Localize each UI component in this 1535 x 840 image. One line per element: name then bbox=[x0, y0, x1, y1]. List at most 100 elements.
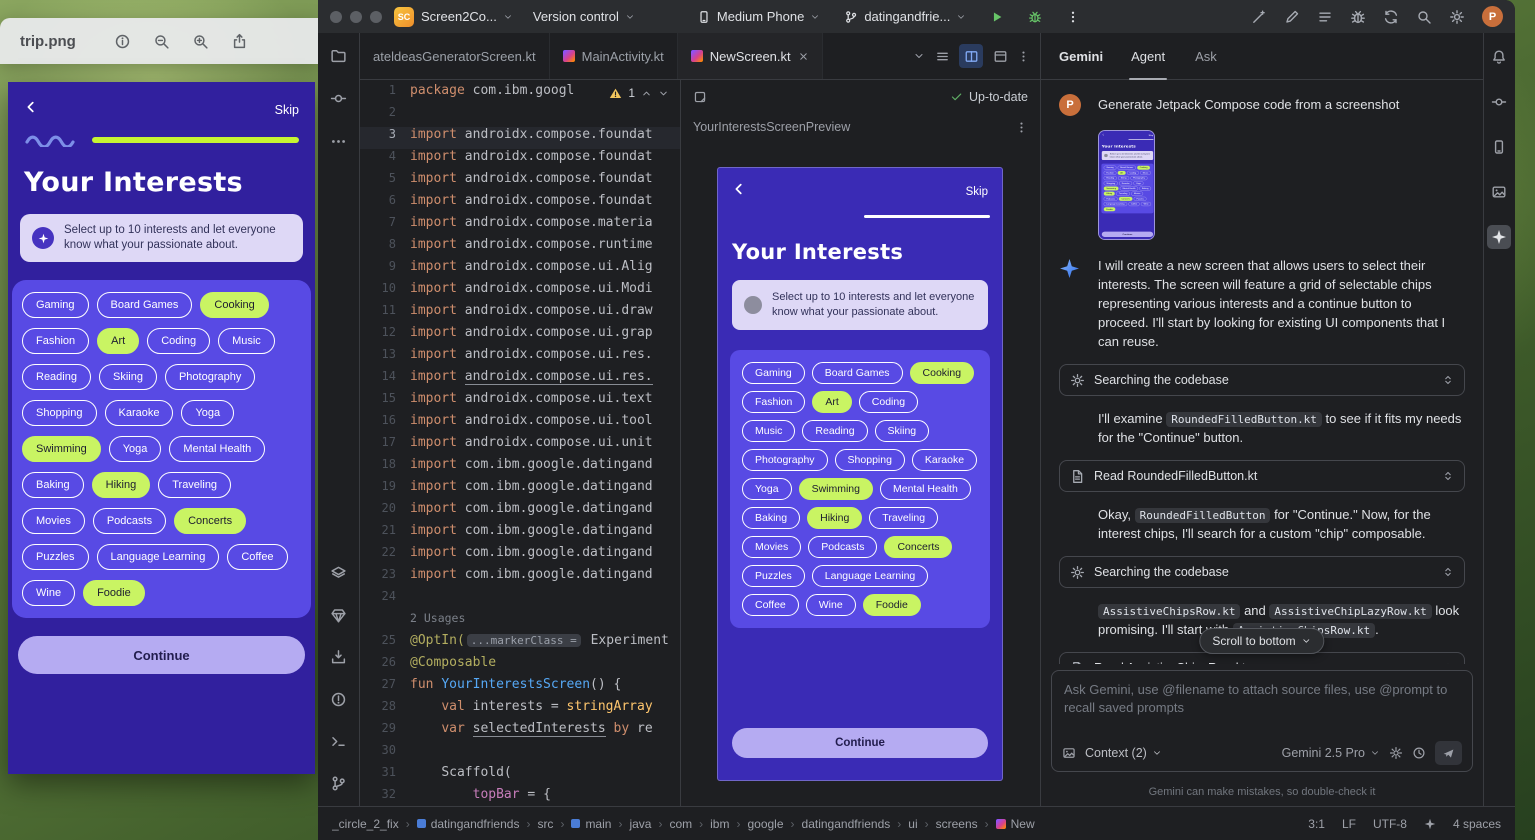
tool-call-row[interactable]: Read RoundedFilledButton.kt bbox=[1059, 460, 1465, 492]
line-number[interactable]: 3 bbox=[360, 127, 410, 149]
breadcrumb-item[interactable]: datingandfriends bbox=[802, 817, 891, 831]
send-button[interactable] bbox=[1435, 741, 1462, 765]
settings-icon[interactable] bbox=[1449, 9, 1465, 25]
attach-image-icon[interactable] bbox=[1062, 746, 1076, 760]
line-number[interactable]: 19 bbox=[360, 479, 410, 501]
layout-inspector-icon[interactable] bbox=[1284, 9, 1300, 25]
app-inspection-icon[interactable] bbox=[1350, 9, 1366, 25]
line-number[interactable]: 31 bbox=[360, 765, 410, 787]
gem-icon[interactable] bbox=[330, 607, 347, 624]
hidden-tabs-icon[interactable] bbox=[913, 50, 925, 62]
breadcrumb-item[interactable]: ui bbox=[908, 817, 917, 831]
code-line[interactable]: 6import androidx.compose.foundat bbox=[360, 193, 680, 215]
gemini-tab-agent[interactable]: Agent bbox=[1129, 33, 1167, 79]
breadcrumb-item[interactable]: New bbox=[996, 817, 1035, 831]
zoom-in-icon[interactable] bbox=[192, 33, 209, 50]
close-tab-icon[interactable] bbox=[798, 51, 809, 62]
branch-selector[interactable]: datingandfrie... bbox=[844, 9, 966, 24]
line-number[interactable]: 6 bbox=[360, 193, 410, 215]
line-number[interactable]: 2 bbox=[360, 105, 410, 127]
line-number[interactable]: 8 bbox=[360, 237, 410, 259]
code-line[interactable]: 23import com.ibm.google.datingand bbox=[360, 567, 680, 589]
minimize-window-button[interactable] bbox=[350, 11, 362, 23]
code-line[interactable]: 14import androidx.compose.ui.res. bbox=[360, 369, 680, 391]
terminal-icon[interactable] bbox=[330, 733, 347, 750]
code-line[interactable]: 20import com.ibm.google.datingand bbox=[360, 501, 680, 523]
tool-call-row[interactable]: Searching the codebase bbox=[1059, 364, 1465, 396]
code-line[interactable]: 16import androidx.compose.ui.tool bbox=[360, 413, 680, 435]
code-view-button[interactable] bbox=[930, 44, 954, 68]
chevron-up-icon[interactable] bbox=[641, 88, 652, 99]
code-line[interactable]: 31 Scaffold( bbox=[360, 765, 680, 787]
inspections-widget[interactable]: 1 bbox=[604, 84, 674, 102]
line-number[interactable]: 30 bbox=[360, 743, 410, 765]
code-line[interactable]: 28 val interests = stringArray bbox=[360, 699, 680, 721]
project-folder-icon[interactable] bbox=[330, 47, 347, 64]
search-icon[interactable] bbox=[1416, 9, 1432, 25]
line-number[interactable]: 4 bbox=[360, 149, 410, 171]
caret-position[interactable]: 3:1 bbox=[1308, 817, 1325, 831]
code-line[interactable]: 25@OptIn(...markerClass = Experiment bbox=[360, 633, 680, 655]
profiler-icon[interactable] bbox=[1251, 9, 1267, 25]
code-line[interactable]: 26@Composable bbox=[360, 655, 680, 677]
zoom-out-icon[interactable] bbox=[153, 33, 170, 50]
breadcrumb-item[interactable]: datingandfriends bbox=[417, 817, 520, 831]
breadcrumb-item[interactable]: google bbox=[747, 817, 783, 831]
line-number[interactable]: 9 bbox=[360, 259, 410, 281]
vcs-widget[interactable]: Version control bbox=[533, 9, 635, 24]
gemini-prompt-input[interactable] bbox=[1052, 671, 1472, 735]
code-line[interactable]: 2 Usages bbox=[360, 611, 680, 633]
line-number[interactable]: 18 bbox=[360, 457, 410, 479]
breadcrumb-item[interactable]: _circle_2_fix bbox=[332, 817, 399, 831]
code-line[interactable]: 9import androidx.compose.ui.Alig bbox=[360, 259, 680, 281]
line-number[interactable]: 14 bbox=[360, 369, 410, 391]
line-number[interactable]: 20 bbox=[360, 501, 410, 523]
line-number[interactable]: 5 bbox=[360, 171, 410, 193]
line-number[interactable]: 32 bbox=[360, 787, 410, 806]
project-selector[interactable]: Screen2Co... bbox=[421, 9, 513, 24]
more-vertical-icon[interactable] bbox=[1015, 121, 1028, 134]
code-line[interactable]: 22import com.ibm.google.datingand bbox=[360, 545, 680, 567]
code-line[interactable]: 18import com.ibm.google.datingand bbox=[360, 457, 680, 479]
editor-tab-newscreen-kt[interactable]: NewScreen.kt bbox=[678, 33, 823, 79]
line-number[interactable]: 29 bbox=[360, 721, 410, 743]
run-button[interactable] bbox=[990, 10, 1004, 24]
line-number[interactable]: 25 bbox=[360, 633, 410, 655]
code-line[interactable]: 17import androidx.compose.ui.unit bbox=[360, 435, 680, 457]
build-refresh-icon[interactable] bbox=[693, 90, 707, 104]
commit-icon[interactable] bbox=[330, 90, 347, 107]
share-icon[interactable] bbox=[231, 33, 248, 50]
line-number[interactable]: 24 bbox=[360, 589, 410, 611]
code-line[interactable]: 10import androidx.compose.ui.Modi bbox=[360, 281, 680, 303]
info-icon[interactable] bbox=[114, 33, 131, 50]
breadcrumb-item[interactable]: com bbox=[669, 817, 692, 831]
scroll-to-bottom-button[interactable]: Scroll to bottom bbox=[1199, 628, 1324, 654]
gemini-star-icon[interactable] bbox=[1487, 225, 1511, 249]
code-line[interactable]: 11import androidx.compose.ui.draw bbox=[360, 303, 680, 325]
model-selector[interactable]: Gemini 2.5 Pro bbox=[1282, 746, 1380, 760]
split-view-button[interactable] bbox=[959, 44, 983, 68]
code-editor[interactable]: 1package com.ibm.googl23import androidx.… bbox=[360, 80, 680, 806]
code-line[interactable]: 32 topBar = { bbox=[360, 787, 680, 806]
gemini-chat-scroll[interactable]: P Generate Jetpack Compose code from a s… bbox=[1041, 80, 1483, 664]
code-line[interactable]: 8import androidx.compose.runtime bbox=[360, 237, 680, 259]
breadcrumb-item[interactable]: main bbox=[571, 817, 611, 831]
resource-manager-icon[interactable] bbox=[1487, 180, 1511, 204]
problems-icon[interactable] bbox=[330, 691, 347, 708]
line-number[interactable]: 21 bbox=[360, 523, 410, 545]
code-line[interactable]: 5import androidx.compose.foundat bbox=[360, 171, 680, 193]
breadcrumb-item[interactable]: src bbox=[537, 817, 553, 831]
tool-call-row[interactable]: Searching the codebase bbox=[1059, 556, 1465, 588]
code-line[interactable]: 29 var selectedInterests by re bbox=[360, 721, 680, 743]
code-line[interactable]: 24 bbox=[360, 589, 680, 611]
code-line[interactable]: 12import androidx.compose.ui.grap bbox=[360, 325, 680, 347]
editor-tab-mainactivity-kt[interactable]: MainActivity.kt bbox=[550, 33, 678, 79]
file-encoding[interactable]: UTF-8 bbox=[1373, 817, 1407, 831]
layers-icon[interactable] bbox=[330, 565, 347, 582]
git-branch-icon[interactable] bbox=[330, 775, 347, 792]
debug-button[interactable] bbox=[1028, 10, 1042, 24]
preview-sync-status[interactable]: Up-to-date bbox=[950, 90, 1028, 104]
close-window-button[interactable] bbox=[330, 11, 342, 23]
line-number[interactable]: 17 bbox=[360, 435, 410, 457]
line-number[interactable]: 11 bbox=[360, 303, 410, 325]
